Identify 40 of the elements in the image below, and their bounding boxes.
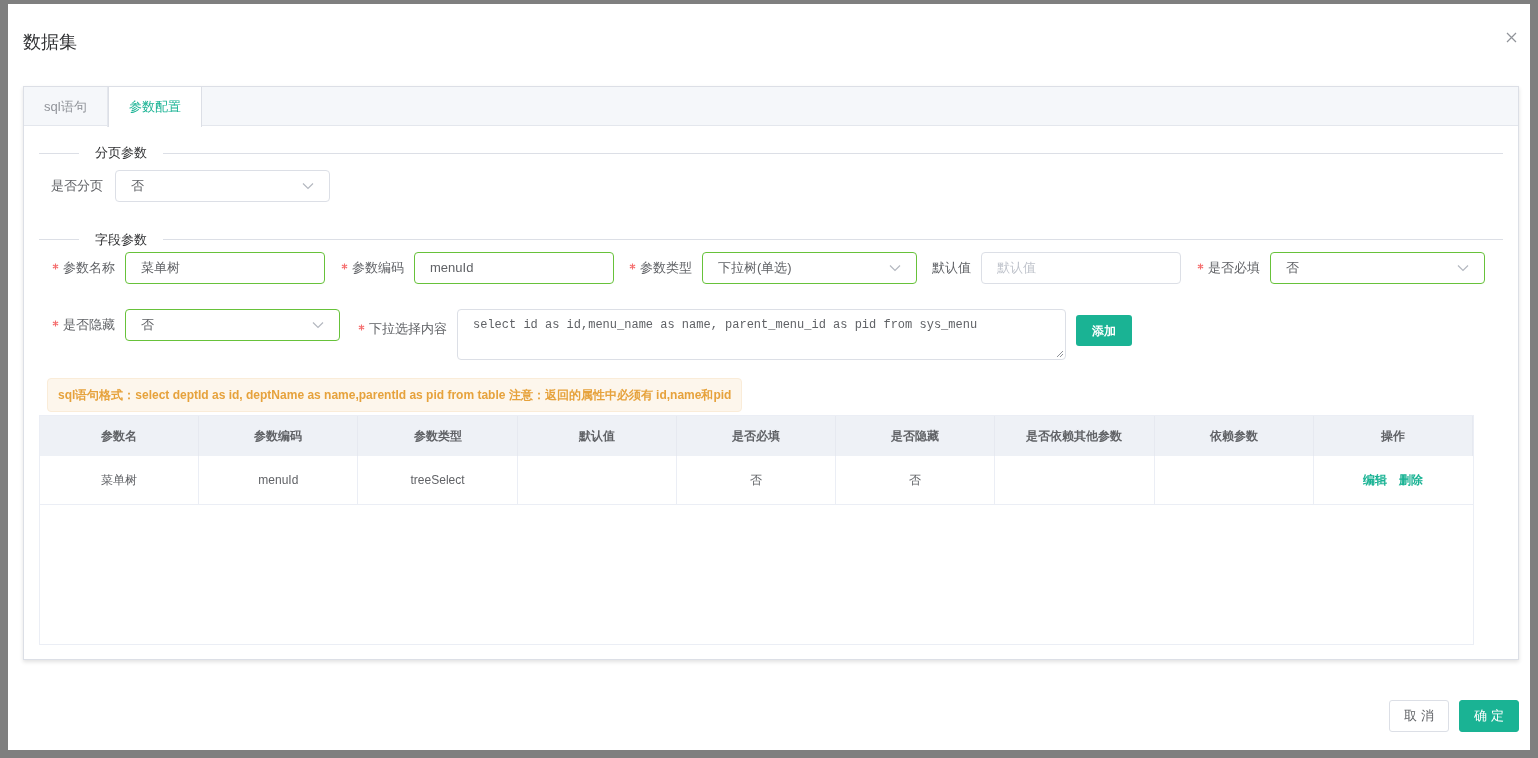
section-title: 分页参数 [94, 144, 148, 162]
chevron-down-icon [1457, 264, 1469, 272]
column-header: 操作 [1313, 416, 1473, 456]
field-label: 是否隐藏 [63, 316, 115, 335]
dialog-title: 数据集 [23, 31, 77, 54]
field-label: 默认值 [932, 259, 971, 278]
cancel-button[interactable]: 取 消 [1389, 700, 1449, 732]
select-field[interactable]: 否 [1270, 252, 1485, 284]
field-label: 参数名称 [63, 259, 115, 278]
close-icon[interactable] [1506, 32, 1517, 43]
chevron-down-icon [889, 264, 901, 272]
text-field[interactable]: 菜单树 [125, 252, 325, 284]
field-label: 参数类型 [640, 259, 692, 278]
resize-handle-icon[interactable] [1056, 350, 1064, 358]
chevron-down-icon [302, 181, 314, 190]
column-header: 依赖参数 [1154, 416, 1314, 456]
table-cell-text: 否 [909, 472, 922, 489]
table-cell-text: 否 [750, 472, 762, 489]
field-label: 参数编码 [352, 259, 404, 278]
table-cell-text: treeSelect [410, 472, 465, 489]
hint-notice: sql语句格式：select deptId as id, deptName as name,parentId as pid from table 注意：返回的属性中必须有 id,name和pid [47, 378, 743, 412]
field-label: 是否必填 [1208, 259, 1260, 278]
select-field[interactable]: 否 [125, 309, 340, 341]
table-cell-text: menuId [258, 472, 299, 489]
chevron-down-icon [312, 321, 324, 329]
column-header: 默认值 [517, 416, 677, 456]
table-cell-text: 菜单树 [101, 472, 138, 489]
select-field[interactable]: 否 [115, 169, 330, 202]
text-field[interactable]: menuId [414, 252, 614, 284]
field-label: 下拉选择内容 [369, 320, 447, 339]
field-label: 是否分页 [51, 176, 103, 195]
column-header: 参数类型 [358, 416, 518, 456]
section-title: 字段参数 [94, 230, 148, 249]
column-header: 是否必填 [676, 416, 837, 456]
select-field[interactable]: 下拉树(单选) [702, 252, 917, 284]
column-header: 是否依赖其他参数 [995, 416, 1155, 456]
textarea-field[interactable]: select id as id,menu_name as name, parent_menu_id as pid from sys_menu [457, 309, 1066, 360]
column-header: 是否隐藏 [836, 416, 996, 456]
column-header: 参数名 [40, 416, 200, 456]
column-header: 参数编码 [199, 416, 359, 456]
